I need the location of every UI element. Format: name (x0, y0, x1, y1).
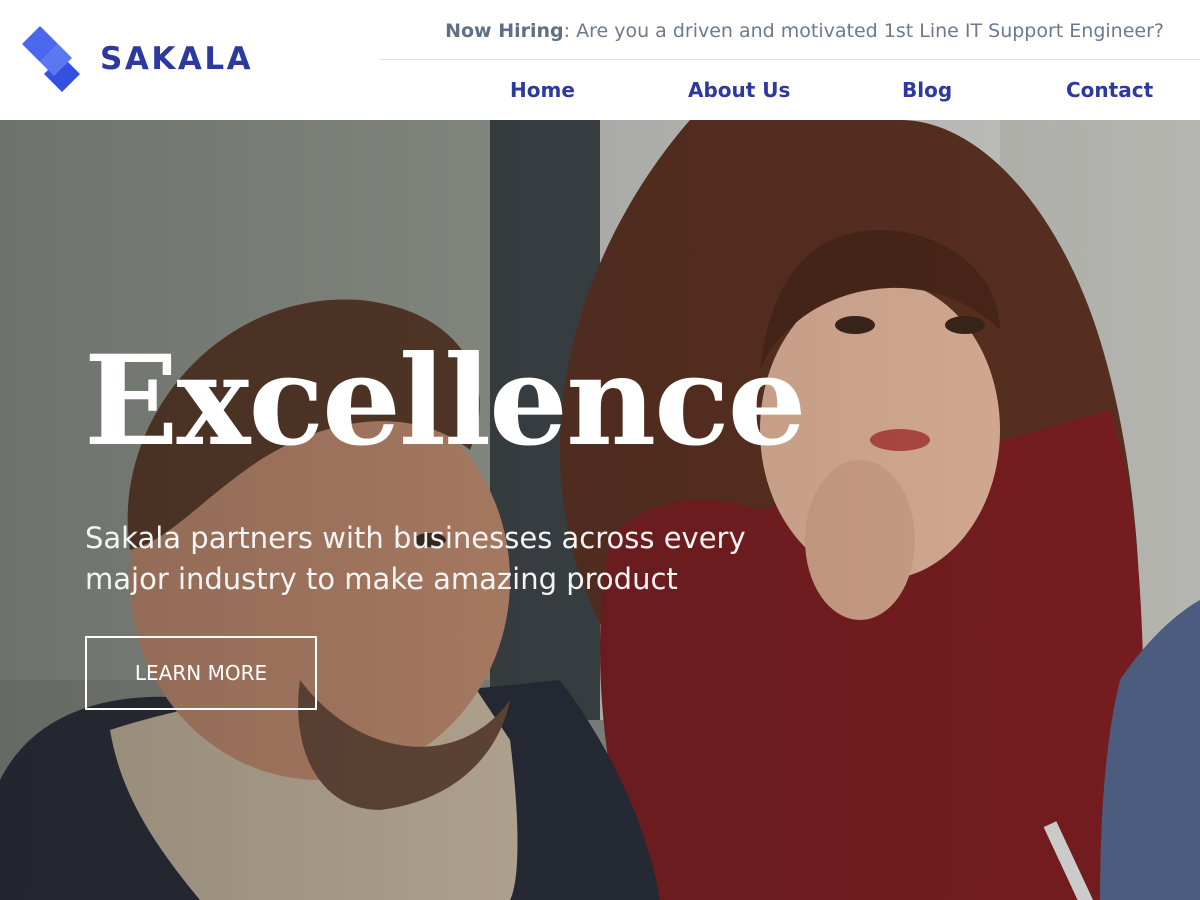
nav-blog[interactable]: Blog (902, 78, 952, 102)
brand-name: SAKALA (100, 41, 254, 77)
hiring-announcement[interactable]: Now Hiring: Are you a driven and motivat… (445, 20, 1164, 42)
logo-mark-icon (22, 26, 80, 92)
top-bar: Now Hiring: Are you a driven and motivat… (380, 0, 1200, 60)
hiring-text: : Are you a driven and motivated 1st Lin… (563, 20, 1164, 42)
nav-about-us[interactable]: About Us (688, 78, 790, 102)
main-nav: Home About Us Blog Contact (380, 60, 1200, 120)
learn-more-button[interactable]: LEARN MORE (85, 636, 317, 710)
hero-section: Excellence Sakala partners with business… (0, 120, 1200, 900)
hiring-label: Now Hiring (445, 20, 564, 42)
site-header: SAKALA Now Hiring: Are you a driven and … (0, 0, 1200, 120)
hero-subtitle: Sakala partners with businesses across e… (85, 521, 746, 596)
nav-home[interactable]: Home (510, 78, 575, 102)
nav-contact[interactable]: Contact (1066, 78, 1153, 102)
hero-title: Excellence (84, 329, 806, 474)
hero-overlay (0, 120, 1200, 900)
logo[interactable]: SAKALA (22, 26, 253, 92)
